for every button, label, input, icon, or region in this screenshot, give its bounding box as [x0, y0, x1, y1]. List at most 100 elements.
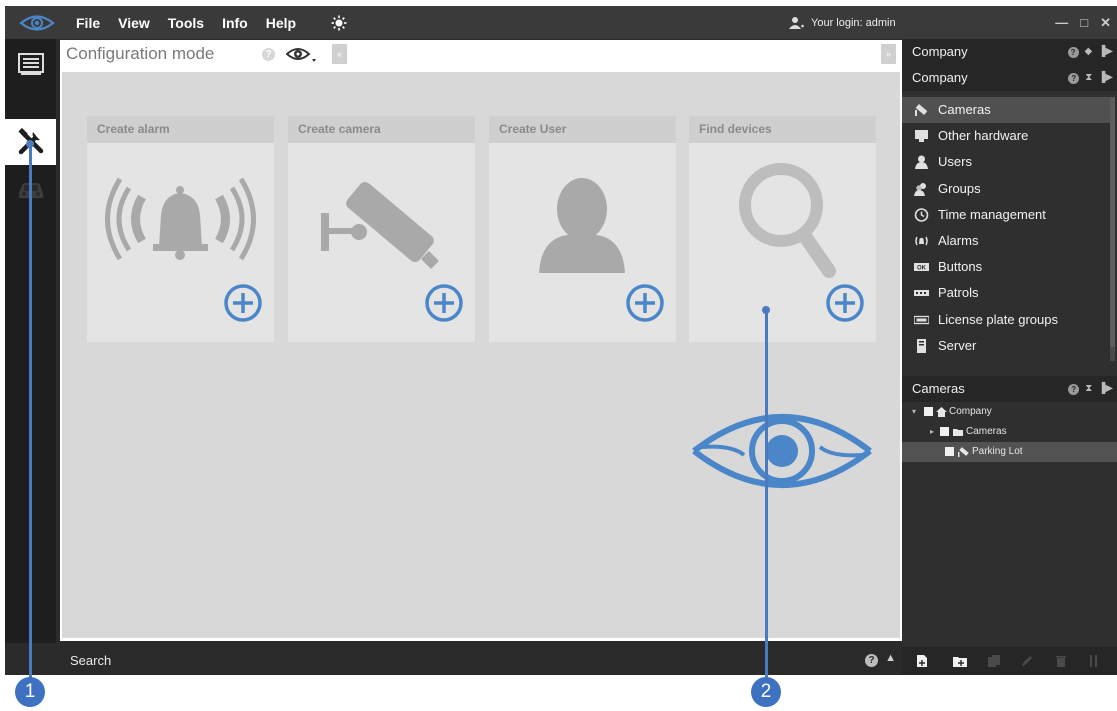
list-item-cameras[interactable]: Cameras [902, 97, 1110, 124]
category-list-scrollbar[interactable] [1110, 97, 1115, 361]
dock-icon[interactable]: ▐▶ [1098, 65, 1113, 91]
main-workspace: Configuration mode ? « » Create alarm Cr… [60, 40, 902, 641]
patrol-icon [914, 290, 929, 297]
alarm-icon [915, 236, 928, 246]
panel-header-company-2: Company ? ⧗ ▐▶ [902, 65, 1117, 91]
scrollbar-thumb[interactable] [1110, 97, 1115, 347]
workspace-header: Configuration mode ? « » [60, 40, 902, 70]
list-item-alarms[interactable]: Alarms [902, 228, 1110, 254]
list-item-label: Buttons [938, 259, 983, 275]
menu-help[interactable]: Help [257, 15, 305, 31]
list-item-label: Groups [938, 180, 981, 196]
help-icon[interactable]: ? [1068, 72, 1080, 84]
list-item-server[interactable]: Server [902, 333, 1110, 359]
collapse-right-button[interactable]: » [881, 44, 896, 64]
list-item-time-management[interactable]: Time management [902, 202, 1110, 228]
list-item-label: License plate groups [938, 311, 1058, 327]
add-folder-icon[interactable] [953, 655, 967, 667]
ok-button-icon: OK [914, 263, 929, 272]
maximize-button[interactable]: □ [1080, 15, 1088, 30]
tile-title: Create User [489, 116, 676, 143]
login-text: Your login: admin [811, 16, 896, 29]
list-item-groups[interactable]: Groups [902, 176, 1110, 202]
add-camera-icon[interactable] [424, 283, 464, 323]
search-bar: Search ? ▲ [56, 647, 902, 675]
tile-title: Create alarm [87, 116, 274, 143]
list-item-buttons[interactable]: OK Buttons [902, 254, 1110, 280]
create-camera-tile[interactable]: Create camera [288, 116, 475, 342]
search-label[interactable]: Search [70, 653, 111, 668]
tree-node-label: Parking Lot [972, 446, 1023, 457]
menu-view[interactable]: View [109, 15, 159, 31]
menu-file[interactable]: File [76, 15, 109, 31]
help-icon[interactable]: ? [262, 48, 275, 61]
screenshot-stage: File View Tools Info Help Your login: ad… [0, 0, 1117, 711]
tree-node-parking-lot[interactable]: Parking Lot [902, 442, 1117, 462]
tree-node-label: Cameras [966, 426, 1007, 437]
add-user-icon[interactable] [625, 283, 665, 323]
new-item-icon[interactable] [916, 655, 928, 667]
sort-icon[interactable]: ◆ [1085, 39, 1093, 65]
checkbox[interactable] [945, 447, 954, 456]
workspace-canvas: Create alarm Create camera Create User F… [62, 72, 900, 638]
help-icon[interactable]: ? [1067, 46, 1079, 58]
checkbox[interactable] [940, 427, 949, 436]
create-user-tile[interactable]: Create User [489, 116, 676, 342]
delete-icon [1056, 656, 1066, 667]
minimize-button[interactable]: — [1055, 15, 1068, 30]
monitoring-mode-button[interactable] [5, 41, 56, 87]
svg-text:OK: OK [917, 266, 927, 272]
list-item-other-hardware[interactable]: Other hardware [902, 123, 1110, 149]
sort-icon[interactable]: ⧗ [1085, 65, 1092, 91]
panel-header-cameras: Cameras ? ⧗ ▐▶ [902, 376, 1117, 402]
edit-icon [1022, 656, 1032, 666]
tree-node-cameras[interactable]: ▸ Cameras [902, 422, 1117, 442]
list-item-label: Patrols [938, 285, 979, 301]
panel-title: Company [912, 70, 968, 85]
panel-controls: ? ◆ ▐▶ [1067, 39, 1113, 65]
find-devices-plus-icon[interactable] [825, 283, 865, 323]
list-item-patrols[interactable]: Patrols [902, 280, 1110, 306]
checkbox[interactable] [924, 407, 933, 416]
expand-caret-icon[interactable]: ▸ [930, 422, 934, 442]
list-item-users[interactable]: Users [902, 149, 1110, 175]
help-icon[interactable]: ? [865, 654, 878, 667]
sort-icon[interactable]: ⧗ [1085, 376, 1092, 402]
panel-footer-toolbar [902, 647, 1117, 675]
add-alarm-icon[interactable] [223, 283, 263, 323]
find-devices-tile[interactable]: Find devices [689, 116, 876, 342]
list-item-label: Server [938, 337, 977, 353]
panel-title: Cameras [912, 381, 965, 396]
move-icon [1090, 655, 1097, 667]
title-bar: File View Tools Info Help Your login: ad… [5, 6, 1117, 39]
help-icon[interactable]: ? [1068, 383, 1080, 395]
moon-icon[interactable] [357, 15, 369, 31]
list-item-label: Time management [938, 206, 1046, 222]
window-controls: — □ ✕ [1055, 6, 1111, 39]
monitor-icon [915, 130, 928, 143]
list-item-license-plate-groups[interactable]: License plate groups [902, 307, 1110, 333]
collapse-left-button[interactable]: « [332, 44, 347, 64]
page-title: Configuration mode [66, 44, 215, 63]
tree-node-company[interactable]: ▾ Company [902, 402, 1117, 422]
expand-caret-icon[interactable]: ▾ [912, 402, 916, 422]
eye-view-icon[interactable] [286, 46, 318, 64]
menu-info[interactable]: Info [213, 15, 257, 31]
close-button[interactable]: ✕ [1100, 15, 1111, 31]
dock-icon[interactable]: ▐▶ [1098, 39, 1113, 65]
monitor-screen-icon [17, 53, 44, 75]
expand-up-icon[interactable]: ▲ [885, 652, 896, 664]
callout-badge-1: 1 [15, 677, 45, 707]
list-item-label: Cameras [938, 102, 991, 117]
login-status: Your login: admin [789, 6, 896, 39]
copy-icon [988, 655, 1000, 667]
camera-tree: ▾ Company ▸ Cameras Parking Lot [902, 402, 1117, 462]
list-item-label: Users [938, 154, 972, 170]
create-alarm-tile[interactable]: Create alarm [87, 116, 274, 342]
menu-tools[interactable]: Tools [159, 15, 213, 31]
panel-controls: ? ⧗ ▐▶ [1068, 376, 1113, 402]
dock-icon[interactable]: ▐▶ [1098, 376, 1113, 402]
home-icon [936, 407, 947, 417]
sun-icon[interactable] [331, 15, 347, 31]
eye-logo-icon [692, 414, 872, 488]
